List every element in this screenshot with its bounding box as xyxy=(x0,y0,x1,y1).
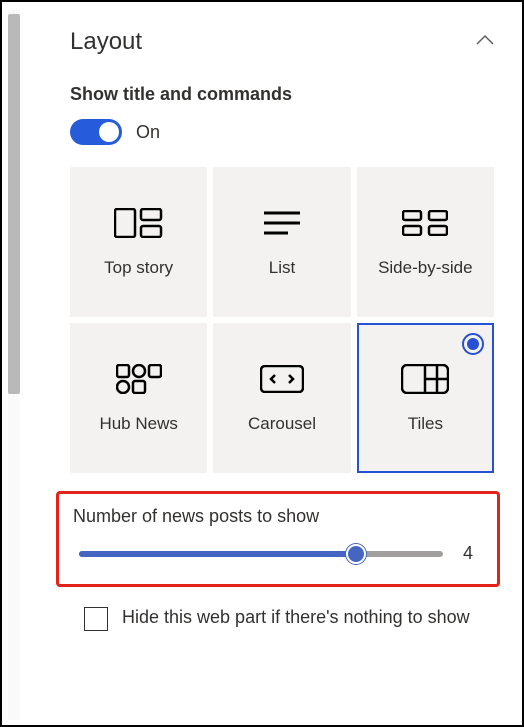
tile-label: List xyxy=(269,258,295,278)
slider-handle[interactable] xyxy=(346,544,366,564)
carousel-icon xyxy=(260,362,304,396)
checkbox-row: Hide this web part if there's nothing to… xyxy=(70,605,494,631)
tile-label: Top story xyxy=(104,258,173,278)
layout-option-side-by-side[interactable]: Side-by-side xyxy=(357,167,494,317)
chevron-up-icon xyxy=(476,33,494,51)
layout-option-carousel[interactable]: Carousel xyxy=(213,323,350,473)
posts-count-slider[interactable] xyxy=(79,544,443,564)
slider-label: Number of news posts to show xyxy=(73,506,483,527)
tiles-icon xyxy=(401,362,449,396)
list-icon xyxy=(264,206,300,240)
toggle-label: Show title and commands xyxy=(70,84,494,105)
layout-grid: Top story List Side-by-side Hub News Car xyxy=(70,167,494,473)
layout-option-list[interactable]: List xyxy=(213,167,350,317)
checkbox-label: Hide this web part if there's nothing to… xyxy=(122,605,470,631)
top-story-icon xyxy=(114,206,164,240)
tile-label: Carousel xyxy=(248,414,316,434)
scrollbar-thumb[interactable] xyxy=(8,14,20,394)
accordion-header[interactable]: Layout xyxy=(70,28,494,56)
slider-row: 4 xyxy=(73,543,483,564)
layout-option-top-story[interactable]: Top story xyxy=(70,167,207,317)
section-title: Layout xyxy=(70,28,142,56)
show-title-toggle[interactable] xyxy=(70,119,122,145)
toggle-state-text: On xyxy=(136,122,160,143)
toggle-row: On xyxy=(70,119,494,145)
layout-option-hub-news[interactable]: Hub News xyxy=(70,323,207,473)
hub-news-icon xyxy=(116,362,162,396)
side-by-side-icon xyxy=(402,206,448,240)
radio-selected-icon xyxy=(462,333,484,355)
tile-label: Tiles xyxy=(408,414,443,434)
slider-value: 4 xyxy=(463,543,483,564)
tile-label: Side-by-side xyxy=(378,258,473,278)
layout-panel: Layout Show title and commands On Top st… xyxy=(30,10,512,717)
hide-empty-checkbox[interactable] xyxy=(84,607,108,631)
tile-label: Hub News xyxy=(99,414,177,434)
highlight-annotation: Number of news posts to show 4 xyxy=(56,491,500,587)
layout-option-tiles[interactable]: Tiles xyxy=(357,323,494,473)
